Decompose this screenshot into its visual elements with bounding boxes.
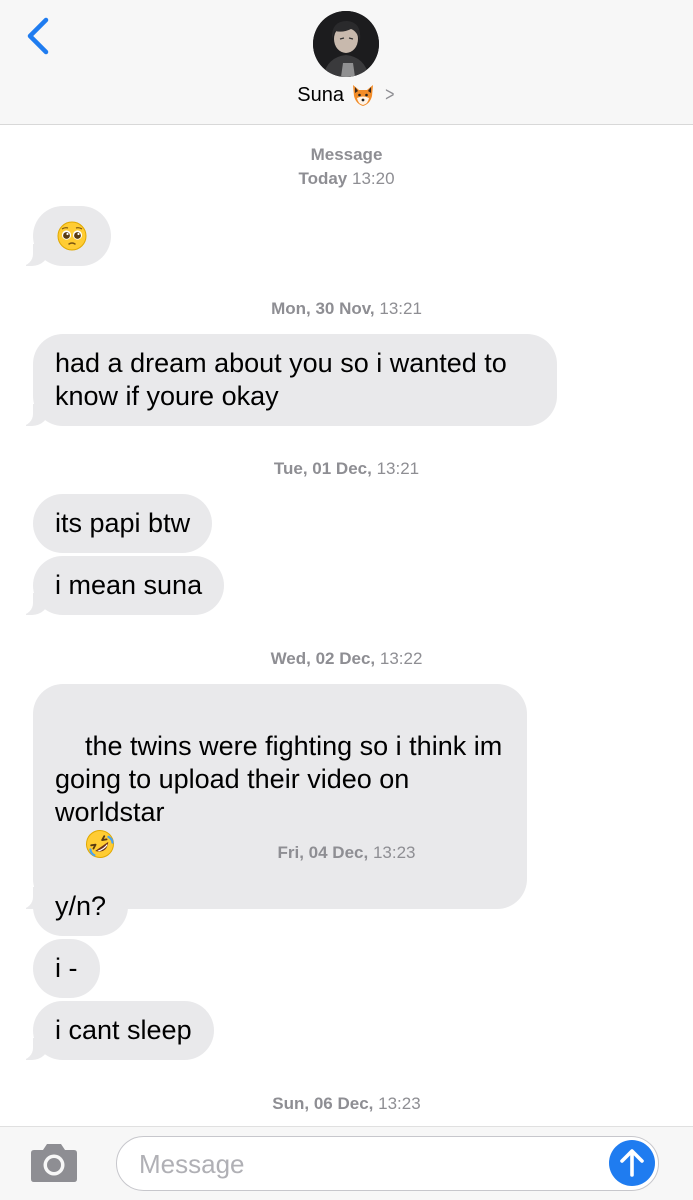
conversation-header: Suna > — [0, 0, 693, 125]
contact-details-link[interactable]: Suna > — [0, 80, 693, 110]
timestamp-time: 13:22 — [379, 649, 423, 668]
timestamp-day: Fri, 04 Dec, — [277, 843, 369, 862]
timestamp: Wed, 02 Dec, 13:22 — [0, 647, 693, 671]
message-bubble[interactable]: had a dream about you so i wanted to kno… — [21, 334, 557, 426]
timestamp-time: 13:21 — [379, 299, 422, 318]
service-label: Message — [310, 145, 383, 164]
timestamp-time: 13:23 — [372, 843, 416, 862]
chevron-right-icon: > — [385, 83, 395, 106]
back-button[interactable] — [20, 14, 60, 58]
message-bubble[interactable]: y/n? — [33, 877, 129, 936]
timestamp: Sun, 06 Dec, 13:23 — [0, 1092, 693, 1116]
timestamp: Fri, 04 Dec, 13:23 — [0, 841, 693, 865]
message-field[interactable] — [116, 1136, 659, 1191]
message-text: the twins were fighting so i think im go… — [55, 731, 503, 827]
message-bubble[interactable]: the twins were fighting so i think im go… — [21, 684, 527, 909]
messages-screen: Suna > Message Today 13:20 Mon, 30 Nov, … — [0, 0, 693, 1200]
timestamp-day: Today — [298, 169, 348, 188]
timestamp-time: 13:20 — [352, 169, 395, 188]
timestamp-time: 13:23 — [378, 1094, 421, 1113]
camera-button[interactable] — [27, 1141, 81, 1185]
message-bubble[interactable]: its papi btw — [33, 494, 213, 553]
message-bubble[interactable]: i - — [33, 939, 100, 998]
chevron-left-icon — [27, 17, 49, 55]
message-bubble[interactable] — [21, 206, 111, 266]
timestamp-day: Wed, 02 Dec, — [270, 649, 376, 668]
contact-avatar[interactable] — [313, 11, 379, 77]
timestamp-time: 13:21 — [376, 459, 420, 478]
fox-face-icon — [353, 85, 374, 106]
conversation-start-label: Message Today 13:20 — [0, 143, 693, 191]
message-input[interactable] — [139, 1145, 599, 1183]
send-button[interactable] — [609, 1140, 655, 1186]
timestamp: Mon, 30 Nov, 13:21 — [0, 297, 693, 321]
arrow-up-icon — [620, 1149, 644, 1177]
timestamp-day: Mon, 30 Nov, — [271, 299, 375, 318]
contact-name: Suna — [297, 83, 345, 106]
pleading-face-icon — [57, 221, 87, 251]
timestamp: Tue, 01 Dec, 13:21 — [0, 457, 693, 481]
timestamp-day: Tue, 01 Dec, — [273, 459, 372, 478]
message-bubble[interactable]: i cant sleep — [21, 1001, 214, 1060]
timestamp-day: Sun, 06 Dec, — [272, 1094, 374, 1113]
message-bubble[interactable]: i mean suna — [20, 556, 225, 615]
camera-icon — [31, 1144, 77, 1182]
compose-bar — [0, 1126, 693, 1200]
